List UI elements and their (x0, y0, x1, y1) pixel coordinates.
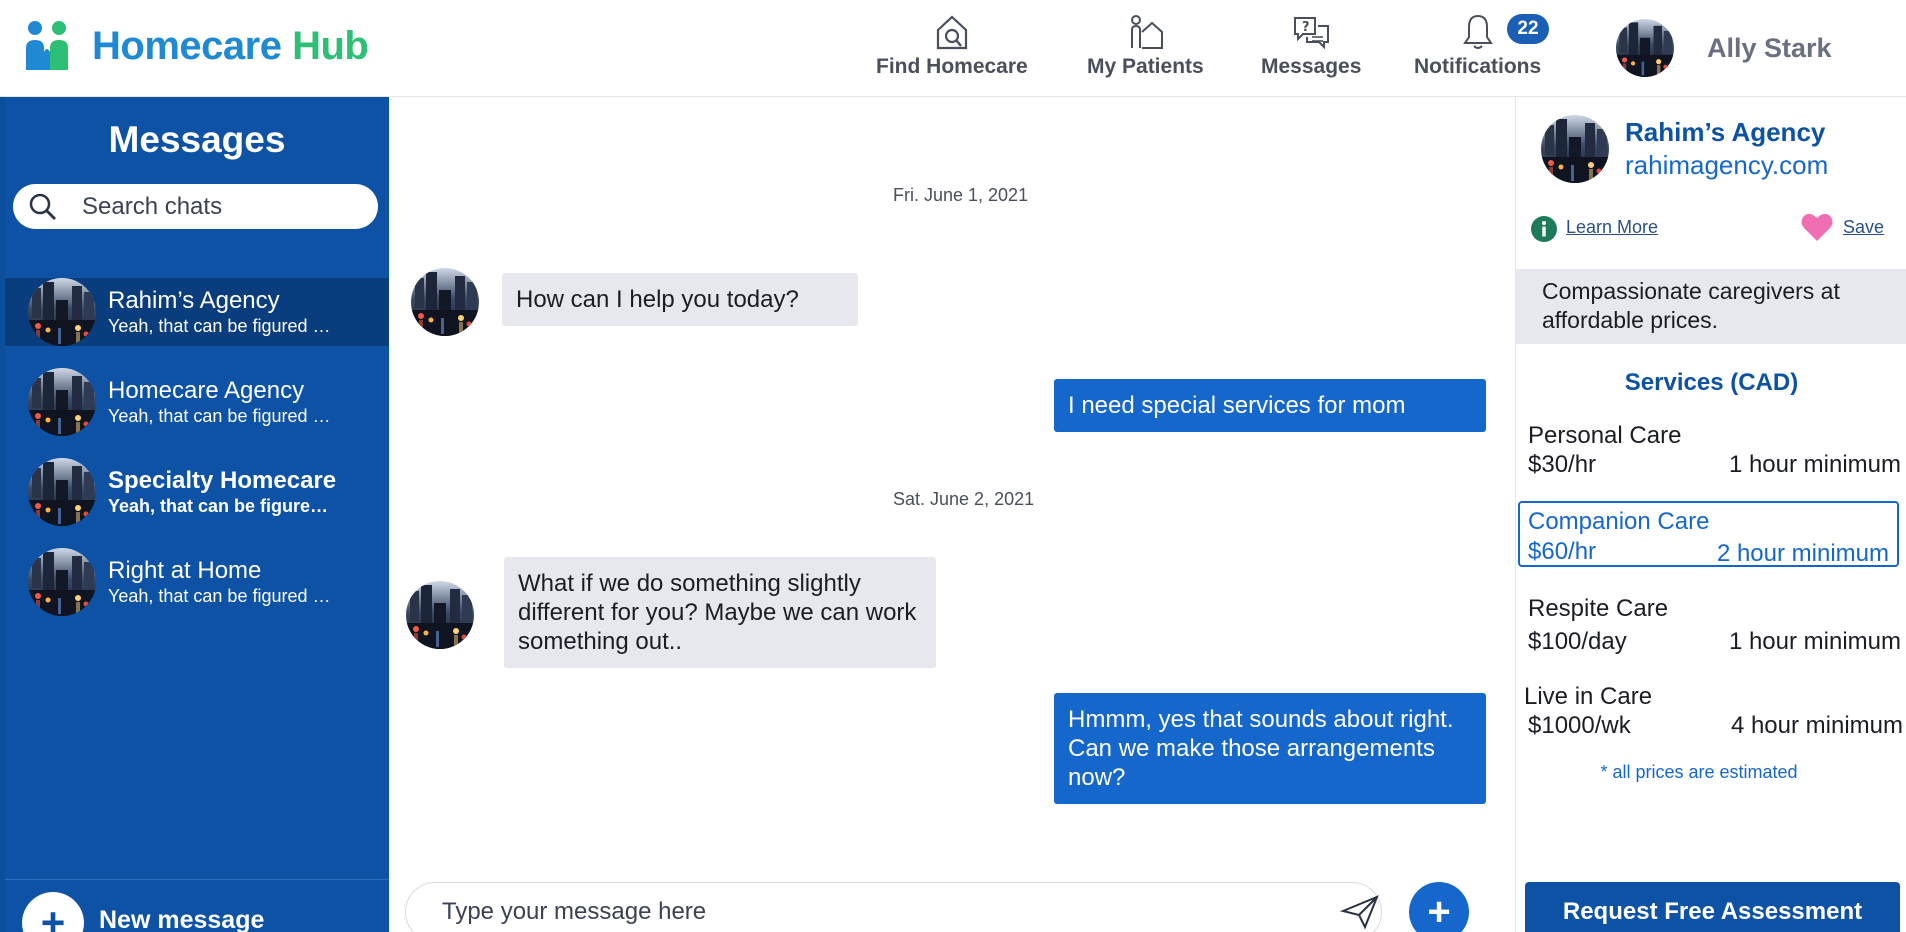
date-separator: Fri. June 1, 2021 (893, 185, 1029, 205)
heart-icon[interactable] (1800, 211, 1834, 243)
search-input[interactable]: Search chats (13, 184, 378, 229)
request-assessment-button[interactable]: Request Free Assessment (1525, 882, 1900, 932)
chat-name: Homecare Agency (108, 377, 305, 404)
service-price: $1000/wk (1528, 712, 1631, 739)
service-name: Respite Care (1528, 595, 1669, 622)
service-option[interactable]: Respite Care $100/day 1 hour minimum (1516, 592, 1906, 658)
nav-my-patients[interactable]: My Patients (1087, 12, 1204, 84)
service-price: $60/hr (1528, 538, 1597, 565)
chat-list-item-homecare-agency[interactable]: Homecare Agency Yeah, that can be figure… (5, 368, 389, 436)
info-icon (1531, 216, 1557, 242)
message-input[interactable]: Type your message here (405, 882, 1382, 932)
app-root: Homecare Hub Find Homecare My Patients ? (0, 0, 1906, 932)
chat-name: Specialty Homecare (108, 467, 337, 494)
nav-label: My Patients (1087, 55, 1204, 78)
bell-icon (1462, 14, 1493, 49)
service-minimum: 4 hour minimum (1730, 712, 1903, 739)
chat-list-item-rahims-agency[interactable]: Rahim’s Agency Yeah, that can be figured… (5, 278, 389, 346)
nav-label: Find Homecare (876, 55, 1028, 78)
message-bubble-incoming: How can I help you today? (502, 273, 858, 326)
service-option-selected[interactable]: Companion Care $60/hr 2 hour minimum (1518, 501, 1899, 567)
brand-name-part1: Homecare (92, 23, 282, 68)
search-placeholder: Search chats (82, 192, 223, 220)
house-search-icon (936, 15, 967, 50)
plus-icon: + (22, 892, 84, 932)
user-name: Ally Stark (1707, 32, 1832, 63)
brand-logo[interactable]: Homecare Hub (22, 18, 369, 74)
agency-website-link[interactable]: rahimagency.com (1625, 150, 1828, 181)
new-message-label: New message (99, 906, 265, 932)
sidebar-title: Messages (108, 119, 286, 160)
chat-list-item-right-at-home[interactable]: Right at Home Yeah, that can be figured … (5, 548, 389, 616)
send-icon[interactable] (1340, 894, 1380, 930)
new-message-button[interactable]: + New message (5, 879, 389, 932)
service-price: $100/day (1528, 628, 1627, 655)
chat-list-item-specialty-homecare[interactable]: Specialty Homecare Yeah, that can be fig… (5, 458, 389, 526)
service-name: Live in Care (1524, 683, 1653, 710)
message-bubble-outgoing: I need special services for mom (1054, 379, 1486, 432)
notification-count-badge: 22 (1507, 14, 1549, 44)
brand-name: Homecare Hub (92, 23, 369, 69)
agency-tagline: Compassionate caregivers at affordable p… (1516, 269, 1906, 344)
message-bubble-outgoing: Hmmm, yes that sounds about right. Can w… (1054, 693, 1486, 804)
service-price: $30/hr (1528, 451, 1597, 478)
avatar (1541, 115, 1609, 183)
agency-name: Rahim’s Agency (1625, 117, 1826, 147)
chat-preview: Yeah, that can be figured … (108, 406, 331, 426)
nav-find-homecare[interactable]: Find Homecare (876, 12, 1028, 84)
chat-sidebar: Messages Search chats Rahim’s Agency Yea… (5, 97, 389, 932)
person-house-icon (1131, 15, 1164, 49)
service-option[interactable]: Live in Care $1000/wk 4 hour minimum (1516, 680, 1906, 746)
message-input-placeholder: Type your message here (442, 898, 707, 925)
chat-preview: Yeah, that can be figured … (108, 316, 331, 336)
chat-name: Rahim’s Agency (108, 287, 280, 314)
top-bar: Homecare Hub Find Homecare My Patients ? (0, 0, 1906, 97)
logo-icon (26, 21, 68, 70)
service-minimum: 1 hour minimum (1728, 451, 1901, 478)
avatar (28, 278, 96, 346)
nav-label: Messages (1261, 55, 1362, 78)
avatar (28, 548, 96, 616)
message-bubble-incoming: What if we do something slightly differe… (504, 557, 936, 668)
nav-label: Notifications (1414, 55, 1542, 78)
avatar (406, 581, 474, 649)
chat-preview: Yeah, that can be figured … (108, 586, 331, 606)
avatar (28, 368, 96, 436)
service-minimum: 2 hour minimum (1716, 540, 1889, 567)
service-name: Companion Care (1528, 508, 1710, 535)
save-link[interactable]: Save (1843, 217, 1884, 238)
nav-notifications[interactable]: Notifications 22 (1414, 12, 1549, 84)
avatar (28, 458, 96, 526)
avatar (1616, 19, 1674, 77)
service-minimum: 1 hour minimum (1728, 628, 1901, 655)
chat-bubbles-icon: ? (1294, 17, 1330, 50)
prices-note: * all prices are estimated (1600, 762, 1798, 782)
user-menu[interactable]: Ally Stark (1616, 19, 1832, 77)
service-option[interactable]: Personal Care $30/hr 1 hour minimum (1516, 417, 1906, 483)
learn-more-link[interactable]: Learn More (1566, 217, 1658, 238)
plus-icon: + (1427, 889, 1451, 932)
service-name: Personal Care (1528, 422, 1682, 449)
svg-text:?: ? (1302, 20, 1310, 35)
chat-preview: Yeah, that can be figure… (108, 496, 329, 516)
date-separator: Sat. June 2, 2021 (893, 489, 1035, 509)
search-icon (29, 193, 56, 220)
avatar (411, 268, 479, 336)
nav-messages[interactable]: ? Messages (1261, 12, 1361, 84)
services-title: Services (CAD) (1624, 369, 1799, 396)
conversation-panel: Fri. June 1, 2021 How can I help you tod… (389, 97, 1515, 932)
chat-name: Right at Home (108, 557, 262, 584)
agency-details-panel: Rahim’s Agency rahimagency.com Learn Mor… (1515, 97, 1906, 932)
add-attachment-button[interactable]: + (1409, 882, 1469, 932)
brand-name-part2: Hub (292, 23, 369, 68)
